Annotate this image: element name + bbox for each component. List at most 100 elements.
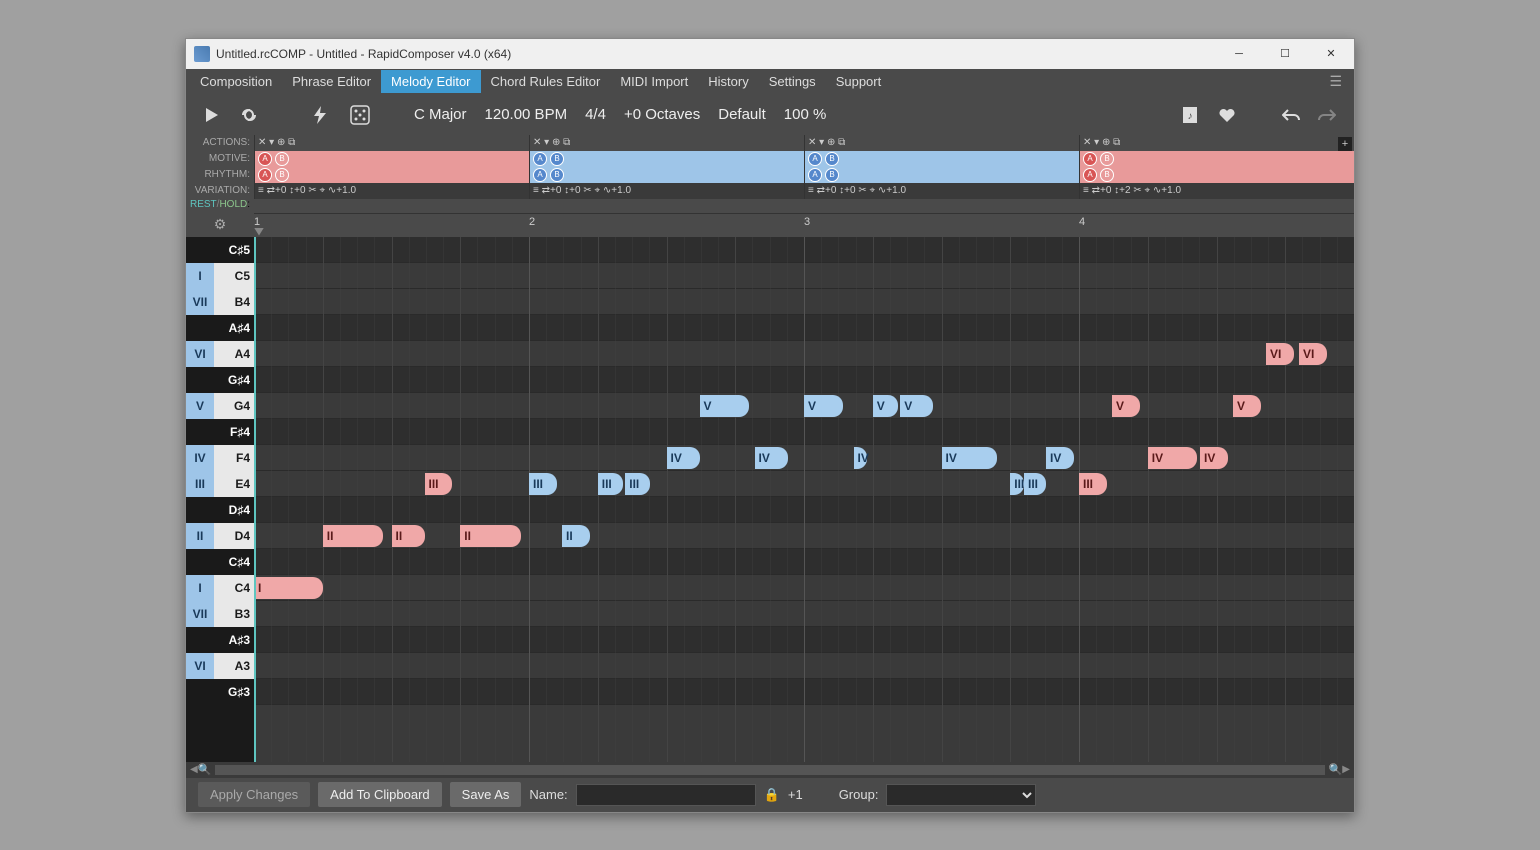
pitch-label: A♯4 (214, 315, 254, 341)
octaves-display[interactable]: +0 Octaves (624, 106, 700, 123)
note-block[interactable]: V (900, 395, 933, 417)
note-block[interactable]: IV (755, 447, 788, 469)
note-block[interactable]: III (1079, 473, 1107, 495)
zoom-in-icon[interactable]: 🔍 (1329, 763, 1343, 776)
scale-degree: III (186, 471, 214, 497)
note-block[interactable]: IV (1148, 447, 1198, 469)
note-block[interactable]: V (873, 395, 898, 417)
minimize-button[interactable]: ─ (1216, 39, 1262, 69)
rhythm-label: RHYTHM: (186, 167, 254, 183)
variation-row[interactable]: ≡ ⇄+0 ↕+0 ✂ ⌖ ∿+1.0 (255, 183, 529, 199)
maximize-button[interactable]: ☐ (1262, 39, 1308, 69)
hold-label[interactable]: HOLD (219, 199, 247, 210)
scale-degree: VI (186, 341, 214, 367)
scroll-thumb[interactable] (215, 765, 1324, 775)
note-block[interactable]: V (1112, 395, 1140, 417)
dice-icon[interactable] (350, 105, 368, 125)
group-select[interactable] (886, 784, 1036, 806)
note-block[interactable]: II (562, 525, 590, 547)
play-icon[interactable] (204, 107, 222, 123)
preset-display[interactable]: Default (718, 106, 766, 123)
triangle-right-icon[interactable]: ▶ (1342, 764, 1350, 775)
save-as-button[interactable]: Save As (450, 782, 522, 807)
rest-label[interactable]: REST (190, 199, 217, 210)
note-block[interactable]: VI (1266, 343, 1294, 365)
section-actions[interactable]: ✕ ▾ ⊕ ⧉ (255, 135, 529, 151)
variation-row[interactable]: ≡ ⇄+0 ↕+0 ✂ ⌖ ∿+1.0 (530, 183, 804, 199)
note-block[interactable]: II (392, 525, 425, 547)
playhead-line[interactable] (254, 237, 256, 762)
zoom-display[interactable]: 100 % (784, 106, 827, 123)
note-block[interactable]: IV (667, 447, 700, 469)
key-display[interactable]: C Major (414, 106, 467, 123)
note-block[interactable]: III (625, 473, 650, 495)
motive-row[interactable]: AB (255, 151, 529, 167)
variation-row[interactable]: ≡ ⇄+0 ↕+2 ✂ ⌖ ∿+1.0 (1080, 183, 1354, 199)
rhythm-row[interactable]: AB (255, 167, 529, 183)
rhythm-row[interactable]: AB (805, 167, 1079, 183)
scale-degree (186, 315, 214, 341)
section-actions[interactable]: ✕ ▾ ⊕ ⧉ (530, 135, 804, 151)
note-block[interactable]: VI (1299, 343, 1327, 365)
motive-row[interactable]: AB (805, 151, 1079, 167)
section-col-4[interactable]: ✕ ▾ ⊕ ⧉ABAB≡ ⇄+0 ↕+2 ✂ ⌖ ∿+1.0 (1079, 135, 1354, 199)
menu-tab-melody-editor[interactable]: Melody Editor (381, 70, 480, 93)
note-block[interactable]: IV (942, 447, 997, 469)
triangle-left-icon[interactable]: ◀ (190, 764, 198, 775)
menu-tab-midi-import[interactable]: MIDI Import (610, 70, 698, 93)
loop-icon[interactable] (240, 107, 258, 123)
timesig-display[interactable]: 4/4 (585, 106, 606, 123)
pitch-label: C♯4 (214, 549, 254, 575)
pitch-label: B3 (214, 601, 254, 627)
note-block[interactable]: I (254, 577, 323, 599)
note-block[interactable]: IV (1046, 447, 1074, 469)
heart-icon[interactable] (1218, 107, 1236, 123)
menu-tab-composition[interactable]: Composition (190, 70, 282, 93)
section-actions[interactable]: ✕ ▾ ⊕ ⧉ (805, 135, 1079, 151)
add-to-clipboard-button[interactable]: Add To Clipboard (318, 782, 442, 807)
note-block[interactable]: III (598, 473, 623, 495)
menu-tab-chord-rules-editor[interactable]: Chord Rules Editor (481, 70, 611, 93)
note-block[interactable]: V (700, 395, 750, 417)
note-block[interactable]: III (529, 473, 557, 495)
note-block[interactable]: II (460, 525, 521, 547)
note-file-icon[interactable]: ♪ (1182, 106, 1200, 124)
section-actions[interactable]: ✕ ▾ ⊕ ⧉ (1080, 135, 1354, 151)
database-icon[interactable]: ☰ (1321, 73, 1350, 90)
menu-tab-settings[interactable]: Settings (759, 70, 826, 93)
undo-icon[interactable] (1282, 108, 1300, 122)
close-button[interactable]: ✕ (1308, 39, 1354, 69)
h-scrollbar[interactable]: ◀ 🔍 🔍 ▶ (186, 762, 1354, 778)
rhythm-row[interactable]: AB (530, 167, 804, 183)
rhythm-row[interactable]: AB (1080, 167, 1354, 183)
section-col-3[interactable]: ✕ ▾ ⊕ ⧉ABAB≡ ⇄+0 ↕+0 ✂ ⌖ ∿+1.0 (804, 135, 1079, 199)
bolt-icon[interactable] (314, 106, 332, 124)
note-block[interactable]: III (1024, 473, 1046, 495)
menu-tab-support[interactable]: Support (826, 70, 892, 93)
note-block[interactable]: II (323, 525, 384, 547)
section-col-1[interactable]: ✕ ▾ ⊕ ⧉ABAB≡ ⇄+0 ↕+0 ✂ ⌖ ∿+1.0 (254, 135, 529, 199)
menu-tab-phrase-editor[interactable]: Phrase Editor (282, 70, 381, 93)
lock-icon[interactable]: 🔒 (764, 787, 780, 803)
motive-row[interactable]: AB (1080, 151, 1354, 167)
section-col-2[interactable]: ✕ ▾ ⊕ ⧉ABAB≡ ⇄+0 ↕+0 ✂ ⌖ ∿+1.0 (529, 135, 804, 199)
pitch-label: D4 (214, 523, 254, 549)
note-block[interactable]: V (1233, 395, 1261, 417)
menu-tab-history[interactable]: History (698, 70, 758, 93)
note-grid[interactable]: IIIIIIIIIIIIIIIIIIIIIIVVIVVIVVVIVIIIIIII… (254, 237, 1354, 762)
note-block[interactable]: III (425, 473, 453, 495)
tempo-display[interactable]: 120.00 BPM (485, 106, 568, 123)
add-section-button[interactable]: + (1338, 137, 1352, 151)
gear-icon[interactable]: ⚙ (214, 216, 227, 233)
name-input[interactable] (576, 784, 756, 806)
apply-changes-button[interactable]: Apply Changes (198, 782, 310, 807)
note-block[interactable]: V (804, 395, 843, 417)
variation-row[interactable]: ≡ ⇄+0 ↕+0 ✂ ⌖ ∿+1.0 (805, 183, 1079, 199)
note-block[interactable]: IV (1200, 447, 1228, 469)
rest-hold-row: REST/HOLD: (186, 199, 1354, 213)
motive-row[interactable]: AB (530, 151, 804, 167)
zoom-out-icon[interactable]: 🔍 (198, 763, 212, 776)
playhead-marker[interactable] (254, 228, 264, 236)
plus-one-label[interactable]: +1 (788, 787, 803, 802)
redo-icon[interactable] (1318, 108, 1336, 122)
